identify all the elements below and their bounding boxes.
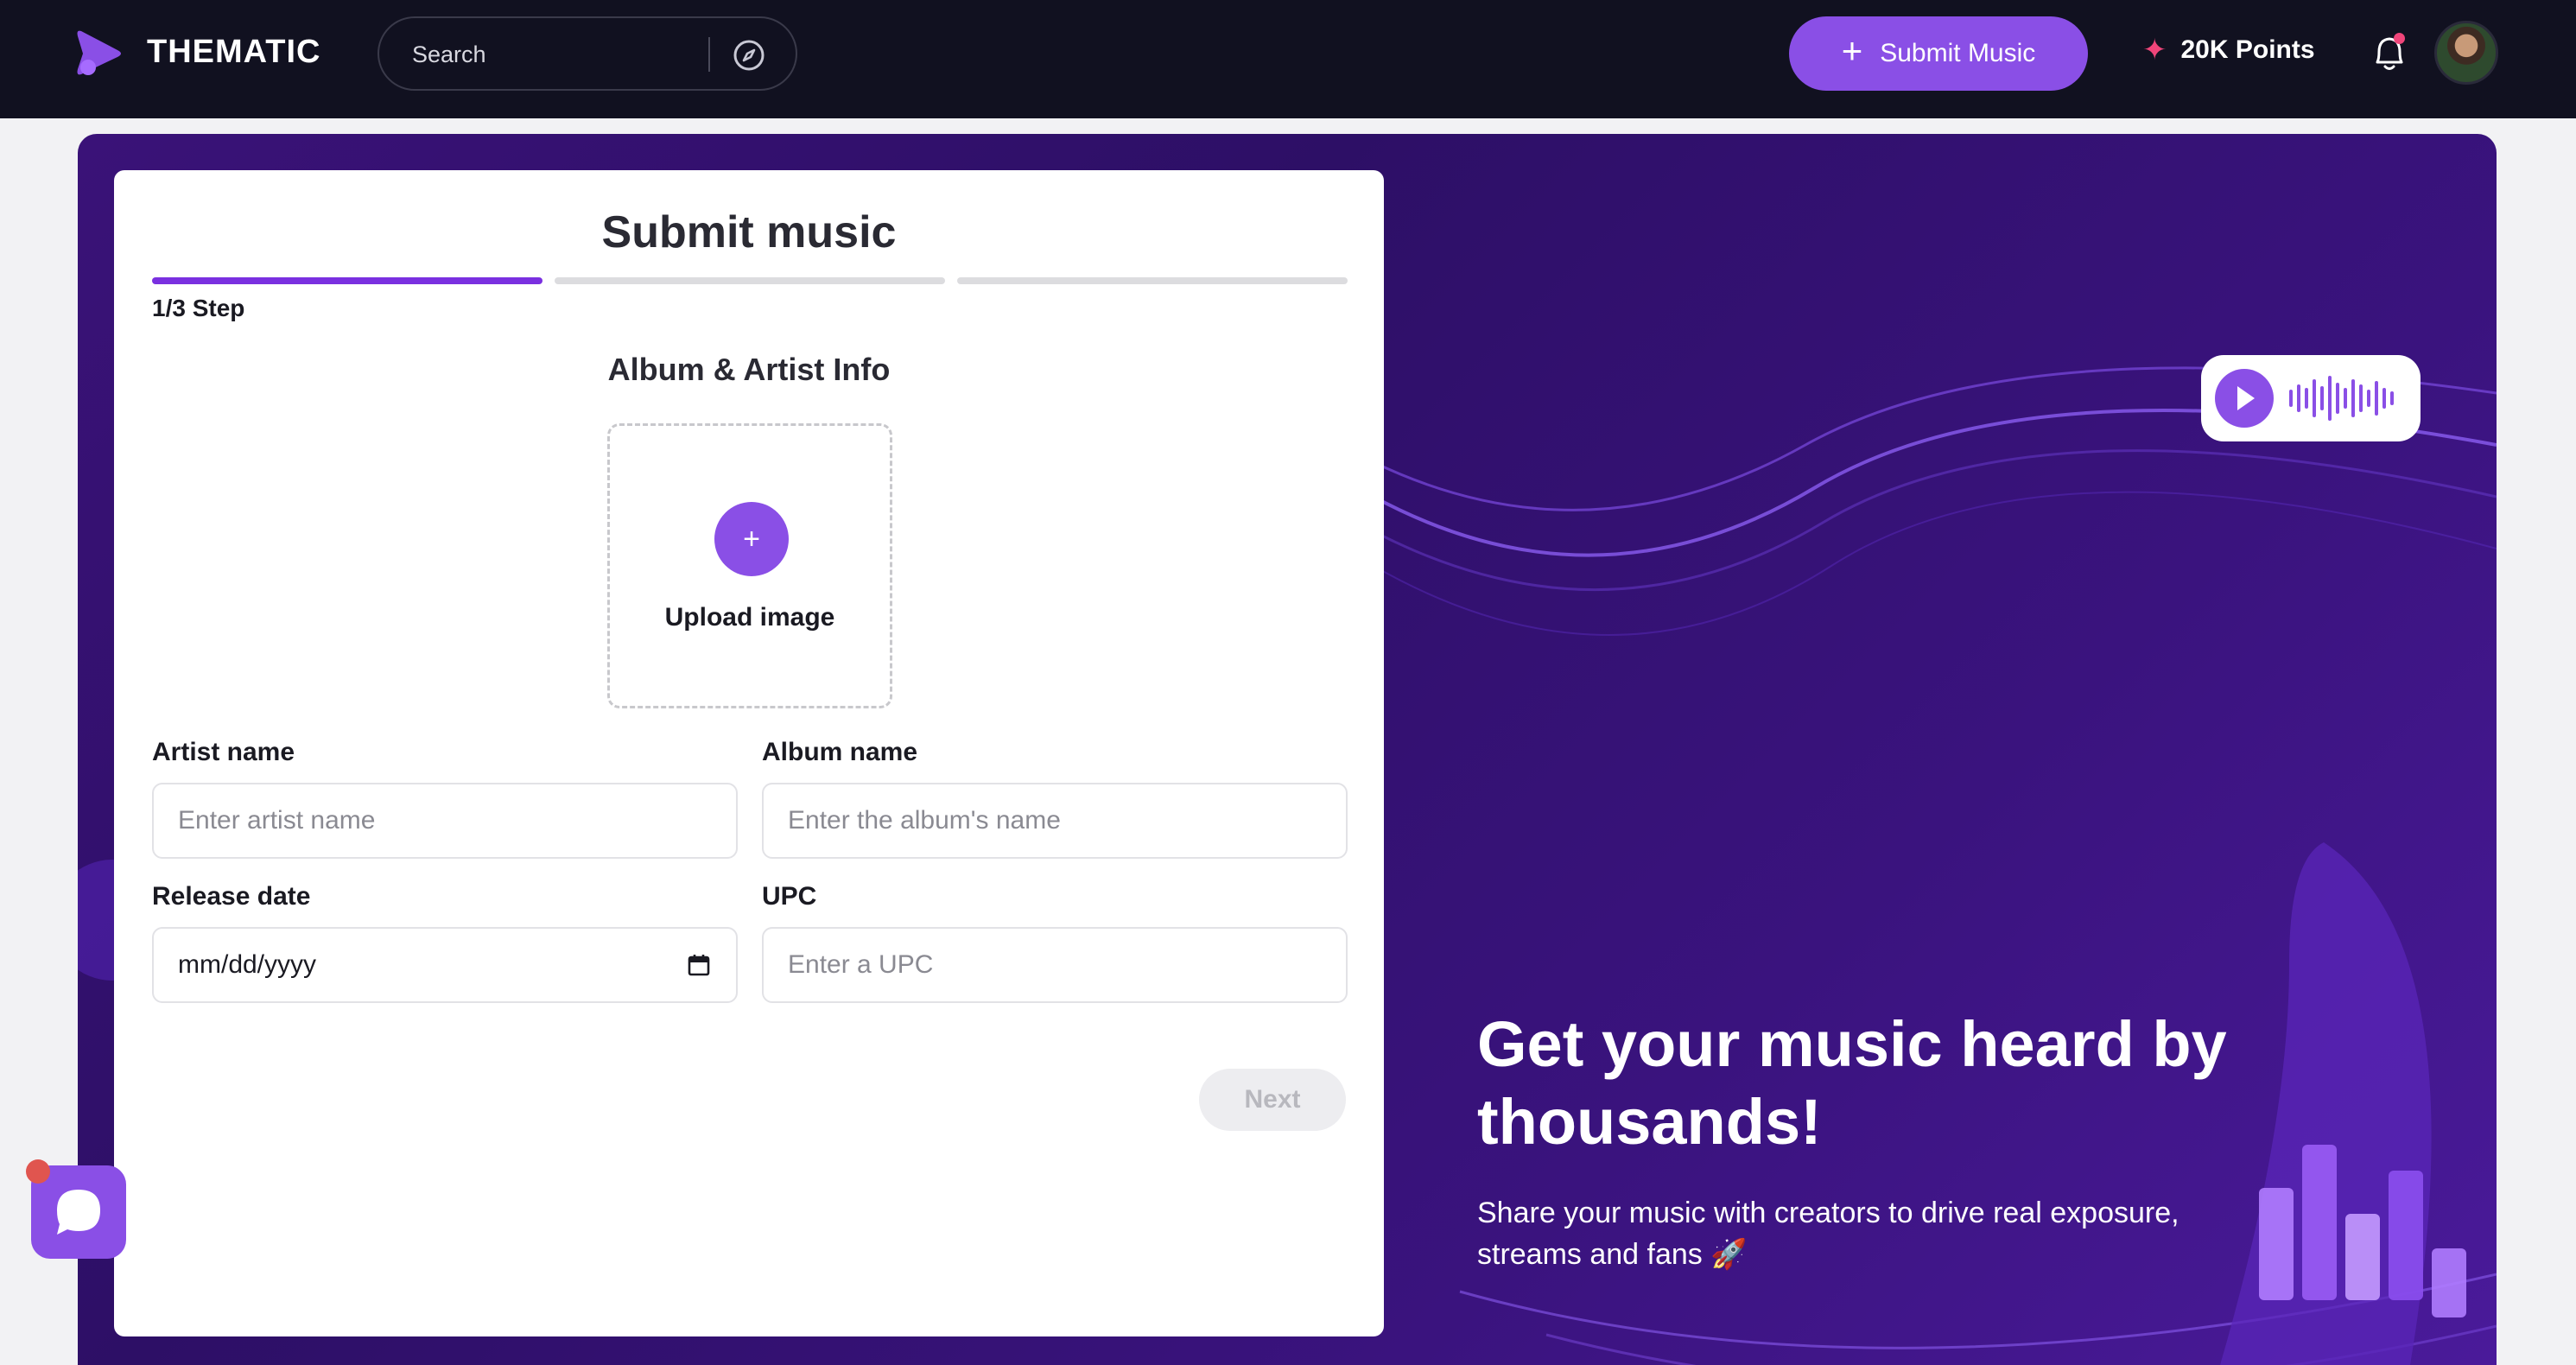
form-title: Submit music bbox=[601, 207, 897, 257]
album-name-label: Album name bbox=[762, 738, 918, 766]
thematic-logo-icon bbox=[77, 30, 121, 75]
search-divider bbox=[708, 37, 710, 72]
submit-music-label: Submit Music bbox=[1880, 39, 2036, 67]
upload-plus-icon[interactable]: + bbox=[714, 502, 789, 576]
artist-name-input[interactable] bbox=[152, 783, 738, 859]
compass-icon[interactable] bbox=[733, 39, 765, 72]
section-title: Album & Artist Info bbox=[607, 352, 891, 387]
release-date-value: mm/dd/yyyy bbox=[178, 950, 317, 979]
search-input[interactable] bbox=[412, 35, 697, 73]
next-button[interactable]: Next bbox=[1199, 1069, 1346, 1131]
hero-title: Get your music heard by thousands! bbox=[1477, 1008, 2227, 1158]
sparkle-icon: ✦ bbox=[2142, 34, 2167, 67]
calendar-icon[interactable] bbox=[686, 952, 712, 978]
upc-input[interactable] bbox=[762, 927, 1348, 1003]
chat-notification-dot bbox=[26, 1159, 50, 1184]
artist-name-label: Artist name bbox=[152, 738, 295, 766]
logo[interactable]: THEMATIC bbox=[74, 26, 321, 78]
progress-step-3 bbox=[957, 277, 1348, 284]
plus-icon: + bbox=[1841, 30, 1863, 71]
submit-music-button[interactable]: + Submit Music bbox=[1789, 16, 2088, 91]
hero-subtitle: Share your music with creators to drive … bbox=[1477, 1197, 2179, 1271]
notification-dot bbox=[2394, 33, 2405, 44]
points-label: 20K Points bbox=[2180, 35, 2315, 64]
release-date-label: Release date bbox=[152, 882, 311, 911]
audio-preview-pill[interactable] bbox=[2201, 355, 2421, 441]
logo-text: THEMATIC bbox=[147, 33, 321, 70]
progress-step-1 bbox=[152, 277, 542, 284]
upload-image-dropzone[interactable]: + Upload image bbox=[607, 423, 892, 708]
upc-label: UPC bbox=[762, 882, 817, 911]
release-date-input[interactable]: mm/dd/yyyy bbox=[152, 927, 738, 1003]
progress-step-2 bbox=[555, 277, 945, 284]
user-avatar[interactable] bbox=[2434, 21, 2498, 85]
search-box[interactable] bbox=[378, 16, 797, 91]
play-waveform-icon bbox=[2215, 369, 2394, 428]
upload-image-label: Upload image bbox=[664, 603, 835, 632]
top-navigation-bar: THEMATIC + Submit Music ✦ 20K Points bbox=[0, 0, 2576, 118]
album-name-input[interactable] bbox=[762, 783, 1348, 859]
submit-music-form: Submit music 1/3 Step Album & Artist Inf… bbox=[114, 170, 1384, 1336]
step-indicator: 1/3 Step bbox=[152, 295, 245, 321]
points-display[interactable]: ✦ 20K Points bbox=[2142, 33, 2315, 67]
